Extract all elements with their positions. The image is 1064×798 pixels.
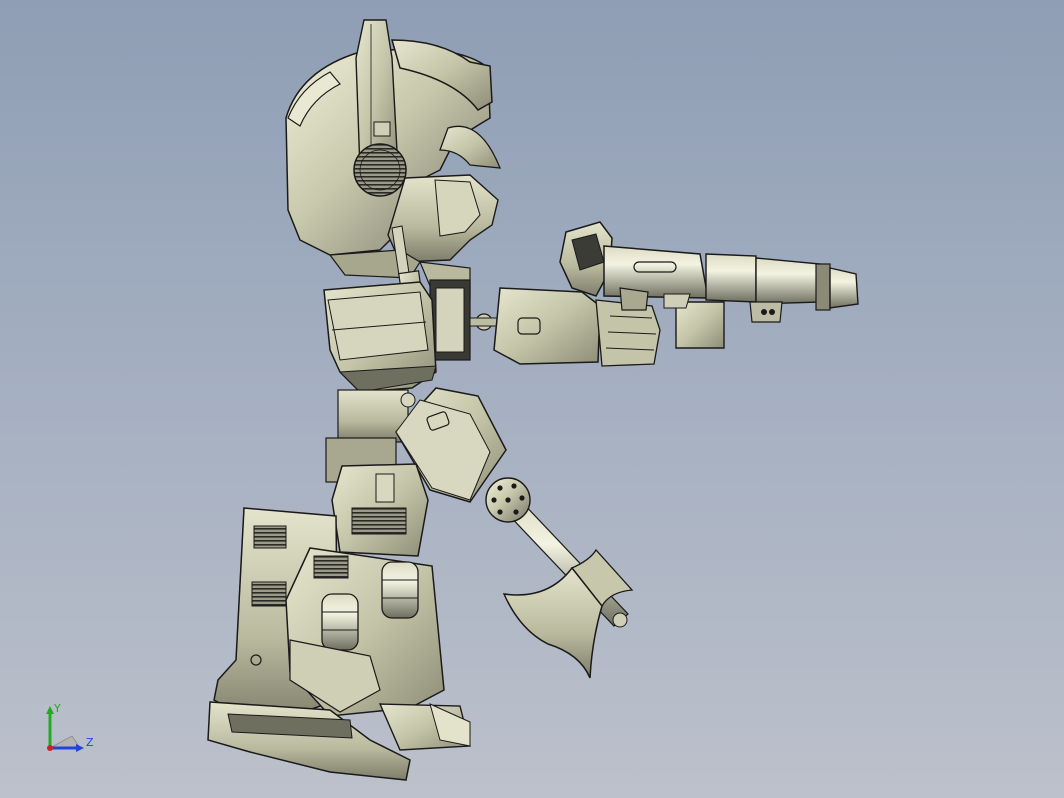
model-viewport[interactable] — [0, 0, 1064, 798]
robot-legs[interactable] — [207, 463, 471, 781]
axis-triad-icon: Y Z — [46, 702, 94, 752]
axis-z-label: Z — [86, 736, 94, 749]
axis-y-label: Y — [53, 702, 61, 715]
ear-speaker-icon — [353, 143, 407, 197]
robot-gun-arm[interactable] — [469, 221, 859, 367]
battle-axe-weapon[interactable] — [485, 477, 634, 679]
